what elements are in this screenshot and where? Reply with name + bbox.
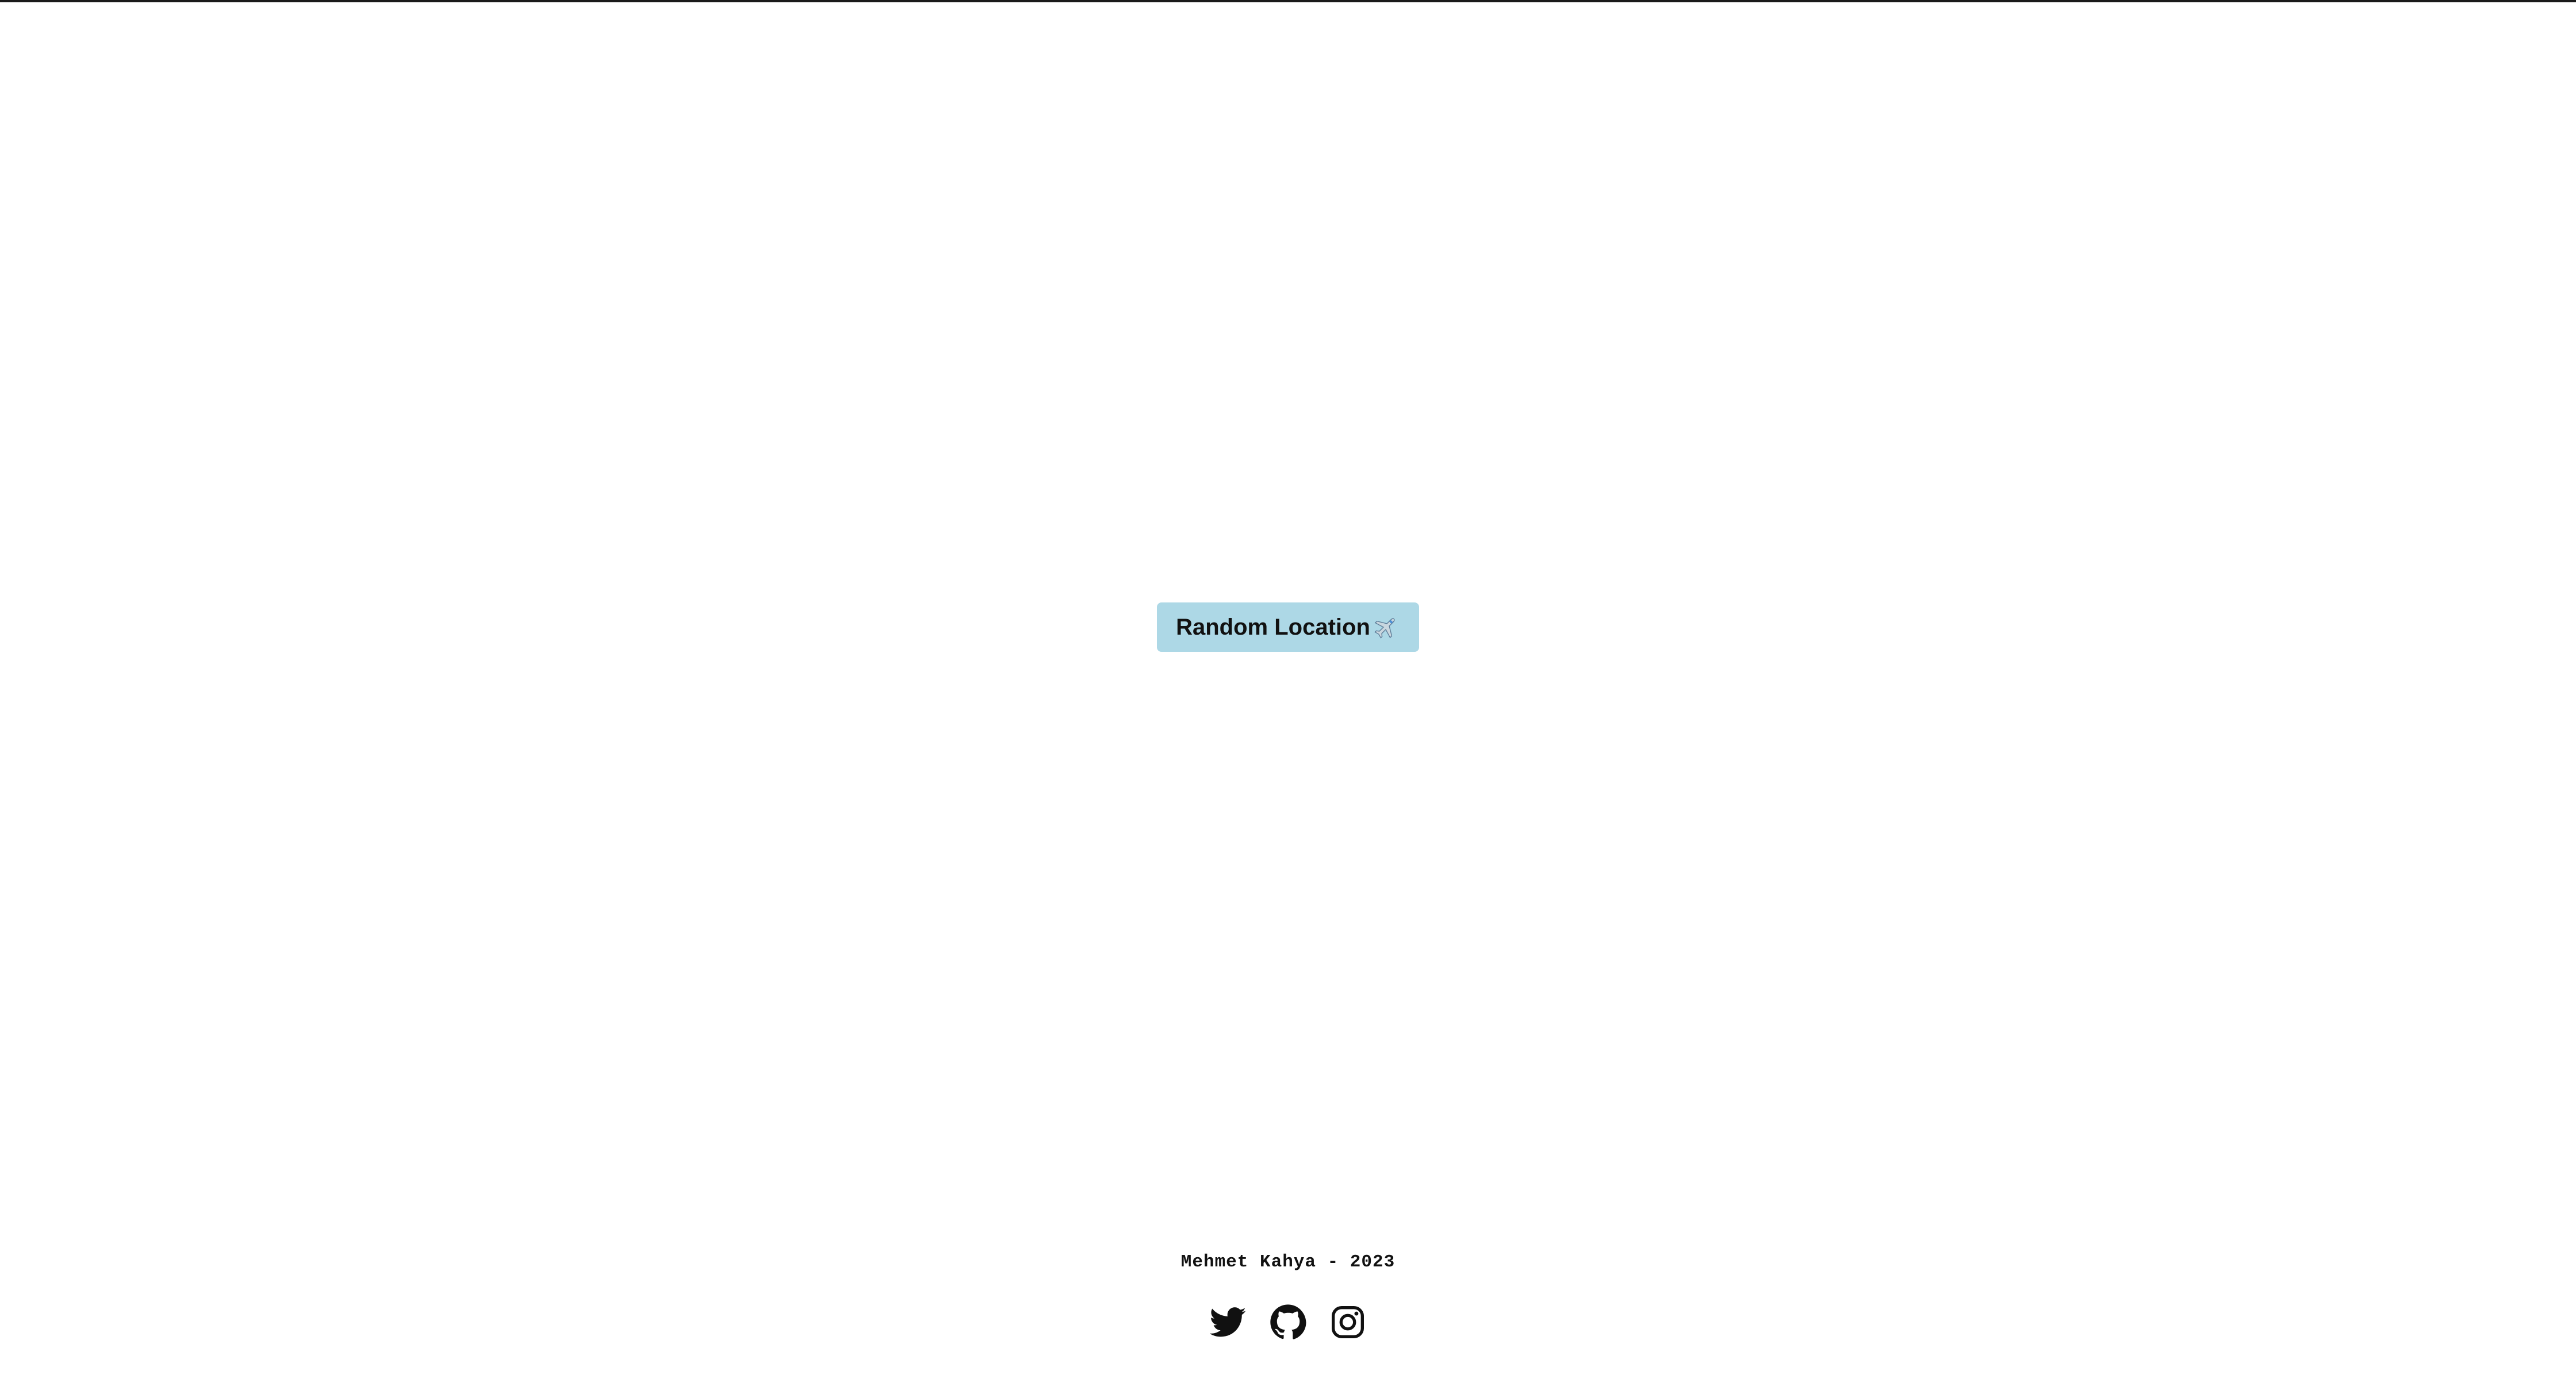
instagram-icon: [1329, 1304, 1366, 1341]
footer-credit: Mehmet Kahya - 2023: [1180, 1252, 1396, 1272]
social-links: [0, 1299, 2576, 1345]
twitter-link[interactable]: [1209, 1303, 1247, 1341]
github-icon: [1270, 1304, 1306, 1341]
instagram-link[interactable]: [1329, 1303, 1367, 1341]
airplane-icon: [1371, 613, 1400, 642]
random-location-label: Random Location: [1176, 614, 1370, 640]
github-link[interactable]: [1269, 1303, 1307, 1341]
twitter-icon: [1210, 1304, 1247, 1341]
main-content: Random Location: [0, 0, 2576, 1207]
page-footer: Mehmet Kahya - 2023: [0, 1242, 2576, 1357]
random-location-button[interactable]: Random Location: [1157, 602, 1419, 652]
